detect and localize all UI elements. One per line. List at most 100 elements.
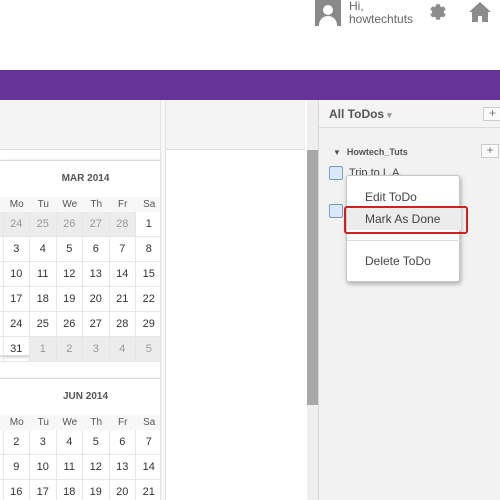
day-cell[interactable]: 16 <box>4 480 30 500</box>
weekday-label: Sa <box>143 199 156 210</box>
day-cell[interactable]: 22 <box>136 287 163 312</box>
calendar-toolbar <box>0 100 305 150</box>
weekday-label: Fr <box>118 199 128 210</box>
day-cell[interactable]: 27 <box>83 312 110 337</box>
day-cell[interactable]: 3 <box>30 430 57 455</box>
user-greeting[interactable]: Hi, howtechtuts <box>349 0 429 26</box>
scrollbar-thumb[interactable] <box>307 150 318 405</box>
app-window: Hi, howtechtuts MAR 2014 Mo Tu We Th Fr … <box>0 0 500 500</box>
calendar-title: MAR 2014 <box>61 173 110 184</box>
day-cell[interactable]: 7 <box>109 237 136 262</box>
day-cell[interactable]: 13 <box>83 262 110 287</box>
calendar-week: 3 4 5 6 7 8 <box>0 237 163 262</box>
weekday-label: Sa <box>143 417 156 428</box>
add-todo-button[interactable]: + <box>483 107 500 121</box>
todo-checkbox[interactable] <box>329 166 343 180</box>
day-cell[interactable]: 15 <box>136 262 163 287</box>
day-cell[interactable]: 28 <box>109 312 136 337</box>
weekday-label: Mo <box>9 417 24 428</box>
day-cell[interactable]: 21 <box>136 480 163 500</box>
day-cell[interactable]: 27 <box>83 212 110 237</box>
calendar-week: 24 25 26 27 28 1 <box>0 212 163 237</box>
day-cell[interactable]: 9 <box>3 455 30 480</box>
day-cell[interactable]: 7 <box>136 430 163 455</box>
calendar-month-jun: JUN 2014 Mo Tu We Th Fr Sa 2 3 4 5 6 7 9… <box>0 378 163 500</box>
column-divider[interactable] <box>160 100 166 500</box>
day-cell[interactable]: 28 <box>109 212 136 237</box>
day-cell[interactable]: 25 <box>30 212 57 237</box>
day-cell[interactable]: 18 <box>30 287 57 312</box>
day-cell[interactable]: 6 <box>109 430 136 455</box>
day-cell[interactable]: 1 <box>30 337 57 362</box>
day-cell[interactable]: 5 <box>83 430 110 455</box>
day-cell[interactable]: 2 <box>3 430 30 455</box>
home-icon[interactable] <box>468 1 492 23</box>
day-cell[interactable]: 26 <box>56 312 83 337</box>
top-header: Hi, howtechtuts <box>0 0 500 70</box>
day-cell[interactable]: 4 <box>30 237 57 262</box>
gear-icon[interactable] <box>427 1 449 23</box>
day-cell[interactable]: 18 <box>57 480 83 500</box>
weekday-label: We <box>62 199 78 210</box>
day-cell[interactable]: 26 <box>56 212 83 237</box>
calendar-week: 16 17 18 19 20 21 <box>0 480 163 500</box>
day-cell[interactable]: 8 <box>136 237 163 262</box>
weekday-label: Tu <box>37 199 49 210</box>
day-cell[interactable]: 17 <box>30 480 57 500</box>
weekday-label: We <box>62 417 78 428</box>
day-cell[interactable]: 12 <box>56 262 83 287</box>
username-text: howtechtuts <box>349 12 414 26</box>
calendar-week: 2 3 4 5 6 7 <box>0 430 163 455</box>
weekday-label: Fr <box>118 417 128 428</box>
menu-item-edit[interactable]: Edit ToDo <box>347 186 461 208</box>
day-cell[interactable]: 24 <box>3 312 30 337</box>
day-cell[interactable]: 17 <box>3 287 30 312</box>
calendar-month-mar: MAR 2014 Mo Tu We Th Fr Sa 24 25 26 27 2… <box>0 160 163 362</box>
day-cell[interactable]: 11 <box>56 455 83 480</box>
day-cell[interactable]: 19 <box>83 480 110 500</box>
day-cell[interactable]: 2 <box>56 337 83 362</box>
day-cell[interactable]: 11 <box>30 262 57 287</box>
avatar[interactable] <box>315 0 341 26</box>
day-cell[interactable]: 3 <box>3 237 30 262</box>
day-cell[interactable]: 10 <box>3 262 30 287</box>
day-cell[interactable]: 5 <box>136 337 163 362</box>
weekday-header: Mo Tu We Th Fr Sa <box>0 415 161 430</box>
add-group-todo-button[interactable]: + <box>481 144 499 158</box>
todo-group-name: Howtech_Tuts <box>346 147 408 157</box>
todo-checkbox[interactable] <box>329 204 343 218</box>
day-cell[interactable]: 31 <box>3 337 30 362</box>
todo-group-header[interactable]: ▼ Howtech_Tuts <box>333 147 408 157</box>
todo-panel-header: All ToDos ▾ + <box>319 100 500 128</box>
day-cell[interactable]: 4 <box>56 430 83 455</box>
day-cell[interactable]: 20 <box>110 480 136 500</box>
day-cell[interactable]: 12 <box>83 455 110 480</box>
todo-filter-label: All ToDos <box>329 107 385 121</box>
weekday-label: Th <box>90 417 103 428</box>
avatar-body <box>319 16 337 26</box>
day-cell[interactable]: 24 <box>3 212 30 237</box>
menu-separator <box>347 240 461 241</box>
day-cell[interactable]: 1 <box>136 212 163 237</box>
todo-filter-dropdown[interactable]: All ToDos ▾ <box>329 107 392 121</box>
day-cell[interactable]: 5 <box>56 237 83 262</box>
day-cell[interactable]: 29 <box>136 312 163 337</box>
day-cell[interactable]: 14 <box>136 455 163 480</box>
day-cell[interactable]: 3 <box>83 337 110 362</box>
collapse-triangle-icon: ▼ <box>333 148 341 157</box>
day-cell[interactable]: 19 <box>56 287 83 312</box>
day-cell[interactable]: 10 <box>30 455 57 480</box>
day-cell[interactable]: 25 <box>30 312 57 337</box>
todo-panel: All ToDos ▾ + ▼ Howtech_Tuts + Trip to L.A… <box>318 100 500 500</box>
day-cell[interactable]: 6 <box>83 237 110 262</box>
chevron-down-icon: ▾ <box>387 110 392 120</box>
day-cell[interactable]: 14 <box>109 262 136 287</box>
day-cell[interactable]: 20 <box>83 287 110 312</box>
day-cell[interactable]: 21 <box>109 287 136 312</box>
weekday-label: Tu <box>37 417 49 428</box>
day-cell[interactable]: 13 <box>109 455 136 480</box>
menu-item-delete[interactable]: Delete ToDo <box>347 250 461 272</box>
weekday-label: Mo <box>9 199 24 210</box>
day-cell[interactable]: 4 <box>109 337 136 362</box>
weekday-header: Mo Tu We Th Fr Sa <box>0 197 161 212</box>
